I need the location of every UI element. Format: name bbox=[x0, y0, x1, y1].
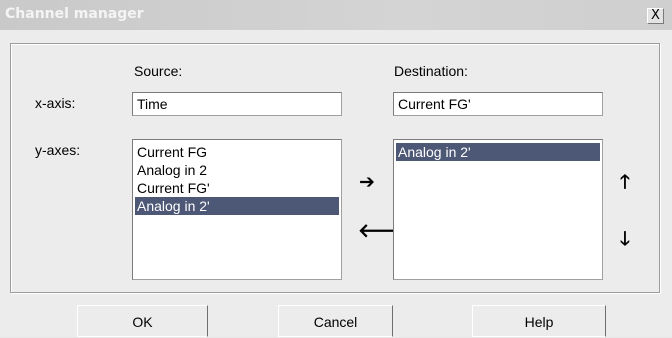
list-item-selected[interactable]: Analog in 2' bbox=[396, 143, 600, 161]
source-x-axis-field[interactable]: Time bbox=[132, 92, 342, 116]
x-axis-label: x-axis: bbox=[35, 95, 76, 111]
ok-button[interactable]: OK bbox=[77, 305, 208, 337]
move-down-arrow-icon[interactable]: 🡓 bbox=[620, 229, 630, 249]
source-y-axes-list[interactable]: Current FG Analog in 2 Current FG' Analo… bbox=[132, 139, 342, 280]
add-channel-arrow-icon[interactable]: ➔ bbox=[359, 172, 375, 192]
help-button[interactable]: Help bbox=[472, 305, 606, 337]
y-axes-label: y-axes: bbox=[35, 142, 81, 158]
destination-x-axis-field[interactable]: Current FG' bbox=[393, 92, 603, 116]
list-item[interactable]: Current FG' bbox=[135, 179, 339, 197]
window-title: Channel manager bbox=[5, 6, 144, 22]
destination-y-axes-list[interactable]: Analog in 2' bbox=[393, 139, 603, 280]
close-icon[interactable]: X bbox=[647, 8, 664, 24]
source-heading: Source: bbox=[134, 63, 183, 79]
list-item-selected[interactable]: Analog in 2' bbox=[135, 197, 339, 215]
channel-manager-dialog: Channel manager X Source: Destination: x… bbox=[0, 0, 672, 337]
move-up-arrow-icon[interactable]: 🡑 bbox=[620, 172, 630, 192]
cancel-button[interactable]: Cancel bbox=[278, 305, 393, 337]
destination-heading: Destination: bbox=[394, 63, 468, 79]
list-item[interactable]: Analog in 2 bbox=[135, 161, 339, 179]
title-bar[interactable]: Channel manager X bbox=[0, 0, 672, 30]
list-item[interactable]: Current FG bbox=[135, 143, 339, 161]
